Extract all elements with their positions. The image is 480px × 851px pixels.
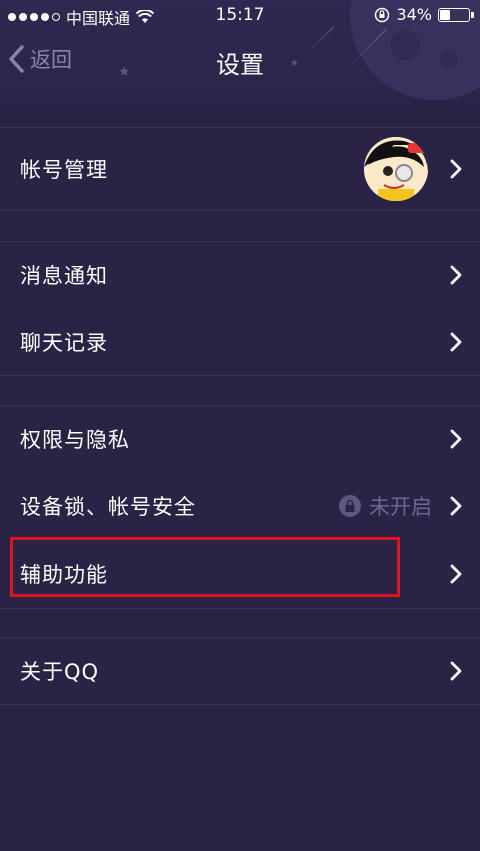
lock-icon xyxy=(339,495,361,517)
settings-group-account: 帐号管理 xyxy=(0,127,480,211)
settings-group-about: 关于QQ xyxy=(0,637,480,705)
chevron-right-icon xyxy=(450,496,462,516)
settings-item-chat-history[interactable]: 聊天记录 xyxy=(0,308,480,375)
chevron-right-icon xyxy=(450,564,462,584)
device-lock-status: 未开启 xyxy=(339,491,432,521)
chevron-right-icon xyxy=(450,429,462,449)
chevron-right-icon xyxy=(450,159,462,179)
chevron-right-icon xyxy=(450,661,462,681)
settings-item-label: 消息通知 xyxy=(20,264,108,288)
settings-item-label: 权限与隐私 xyxy=(20,428,130,452)
settings-item-label: 帐号管理 xyxy=(20,158,108,182)
settings-item-label: 设备锁、帐号安全 xyxy=(20,495,196,519)
battery-percent: 34% xyxy=(396,5,432,24)
settings-item-notifications[interactable]: 消息通知 xyxy=(0,242,480,308)
settings-item-about[interactable]: 关于QQ xyxy=(0,638,480,704)
chevron-right-icon xyxy=(450,265,462,285)
avatar xyxy=(364,137,428,201)
page-title: 设置 xyxy=(216,51,264,79)
navigation-bar: 返回 设置 xyxy=(0,30,480,94)
battery-icon xyxy=(438,7,474,22)
device-lock-value: 未开启 xyxy=(369,495,432,519)
settings-item-device-lock[interactable]: 设备锁、帐号安全 未开启 xyxy=(0,472,480,539)
rotation-lock-icon xyxy=(375,7,390,22)
status-bar: 中国联通 15:17 34% xyxy=(0,0,480,30)
chevron-right-icon xyxy=(450,332,462,352)
accessibility-highlight-box xyxy=(10,537,400,597)
settings-item-account[interactable]: 帐号管理 xyxy=(0,128,480,210)
settings-group-messages: 消息通知 聊天记录 xyxy=(0,241,480,376)
settings-item-label: 聊天记录 xyxy=(20,331,108,355)
settings-item-label: 关于QQ xyxy=(20,660,100,684)
settings-item-privacy[interactable]: 权限与隐私 xyxy=(0,406,480,472)
